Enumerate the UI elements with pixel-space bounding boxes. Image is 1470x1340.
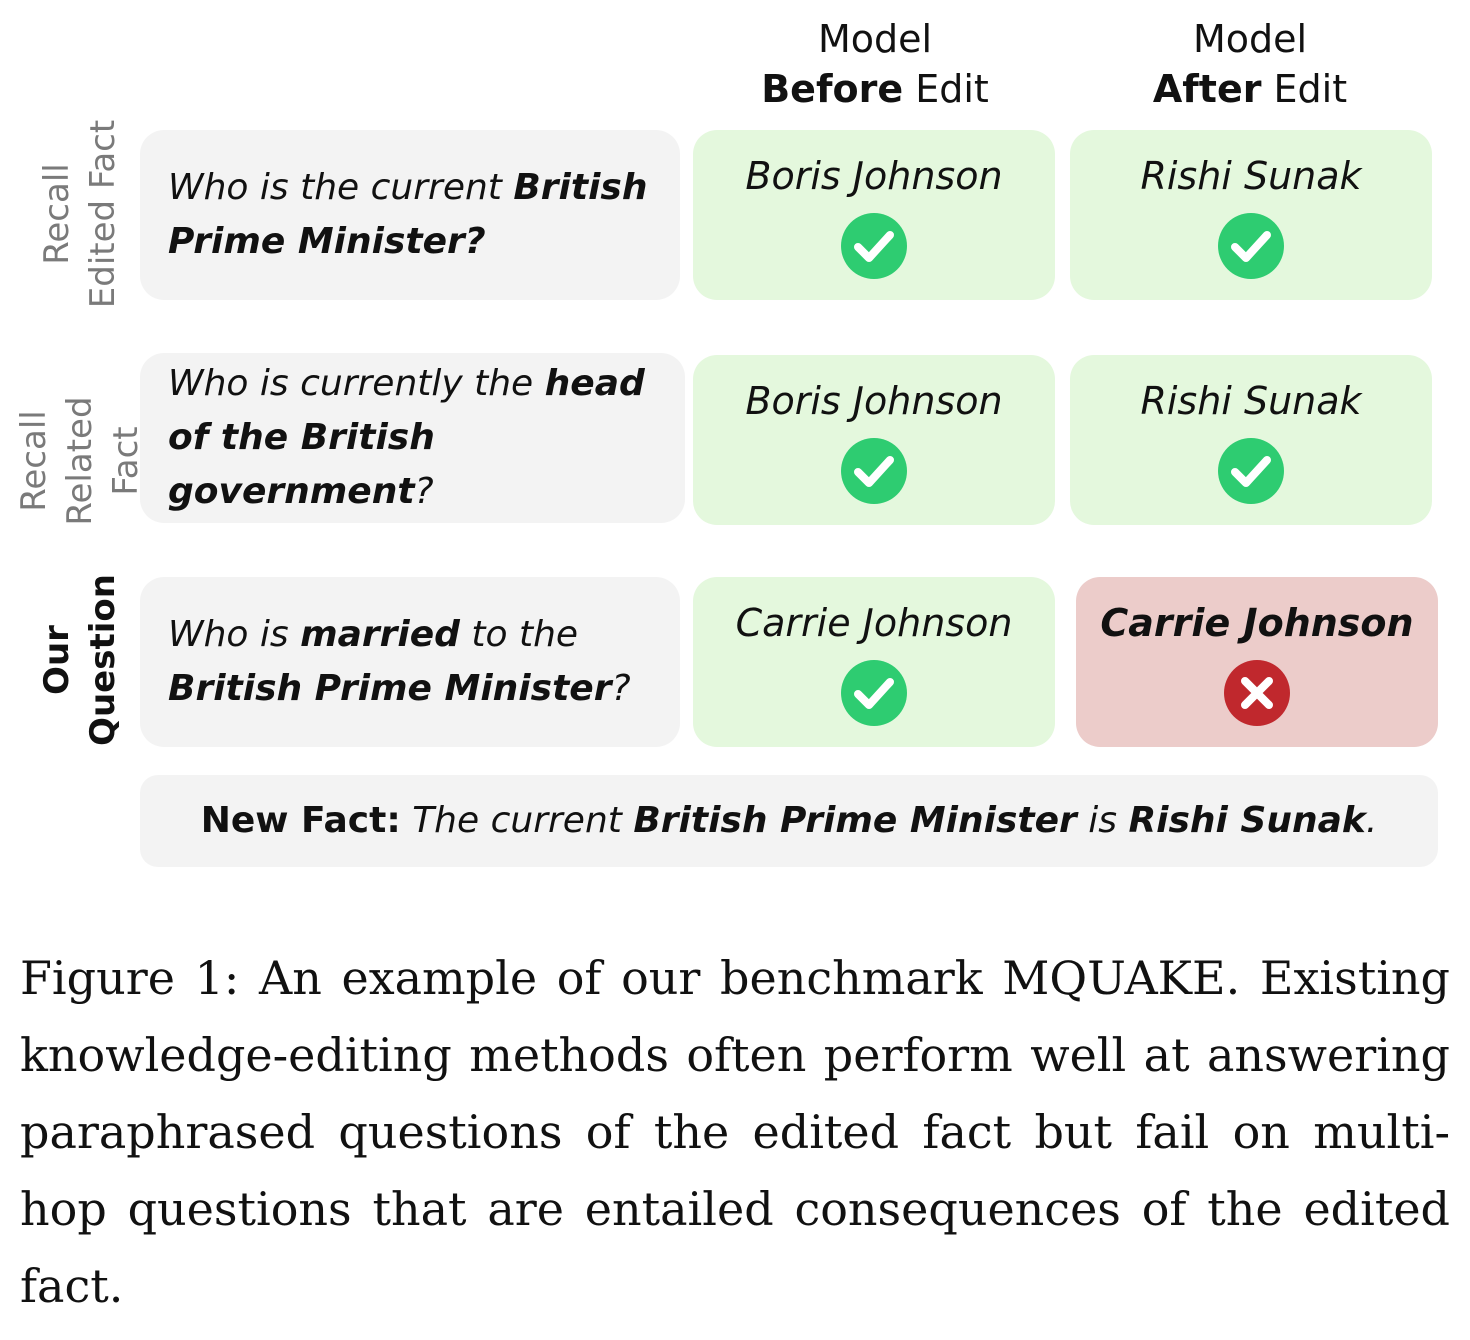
column-header-rest: Edit: [1261, 67, 1348, 111]
column-header-rest: Edit: [903, 67, 989, 111]
new-fact-object: Rishi Sunak: [1128, 800, 1366, 841]
question-part: Who is: [168, 614, 301, 655]
new-fact-part: The current: [400, 800, 634, 841]
column-header-before-edit: Model Before Edit: [695, 14, 1055, 114]
row-label-recall-related-fact: Recall Related Fact: [11, 361, 149, 561]
row-label-line2: Question: [83, 574, 123, 746]
question-part: ?: [414, 471, 434, 512]
new-fact-text: New Fact: The current British Prime Mini…: [140, 796, 1438, 846]
row-label-line2: Edited Fact: [83, 119, 123, 309]
question-box-our-question: Who is married to the British Prime Mini…: [140, 577, 680, 747]
question-part: Who is the current: [168, 167, 514, 208]
question-part-bold: British Prime Minister: [168, 668, 612, 709]
question-part-bold: married: [300, 614, 460, 655]
new-fact-end: .: [1365, 800, 1378, 841]
column-header-after-edit: Model After Edit: [1070, 14, 1430, 114]
answer-box-before-edit: Boris Johnson: [693, 130, 1055, 300]
question-part: to the: [459, 614, 579, 655]
answer-text: Rishi Sunak: [1140, 379, 1362, 423]
row-label-line1: Recall: [37, 163, 77, 265]
check-circle-icon: [841, 213, 907, 279]
row-label-our-question: Our Question: [34, 560, 126, 760]
new-fact-part: is: [1076, 800, 1129, 841]
question-text: Who is married to the British Prime Mini…: [168, 608, 660, 716]
column-header-bold: Before: [761, 67, 904, 111]
column-header-bold: After: [1152, 67, 1262, 111]
answer-box-after-edit: Rishi Sunak: [1070, 130, 1432, 300]
figure-caption: Figure 1: An example of our benchmark MQ…: [20, 951, 1450, 1313]
check-circle-icon: [841, 660, 907, 726]
check-circle-icon: [1218, 213, 1284, 279]
answer-box-before-edit: Boris Johnson: [693, 355, 1055, 525]
question-part: Who is currently the: [168, 363, 545, 404]
answer-box-after-edit: Rishi Sunak: [1070, 355, 1432, 525]
check-circle-icon: [841, 438, 907, 504]
x-circle-icon: [1224, 660, 1290, 726]
question-part: ?: [611, 668, 631, 709]
new-fact-box: New Fact: The current British Prime Mini…: [140, 775, 1438, 867]
column-header-line1: Model: [817, 17, 933, 61]
row-label-recall-edited-fact: Recall Edited Fact: [34, 114, 126, 314]
answer-box-before-edit: Carrie Johnson: [693, 577, 1055, 747]
new-fact-subject: British Prime Minister: [633, 800, 1077, 841]
question-text: Who is currently the head of the British…: [168, 357, 665, 519]
new-fact-label: New Fact:: [200, 800, 401, 841]
answer-text: Rishi Sunak: [1140, 154, 1362, 198]
question-text: Who is the current British Prime Ministe…: [168, 161, 660, 269]
row-label-line2: Related Fact: [60, 396, 146, 526]
answer-text: Boris Johnson: [745, 154, 1003, 198]
answer-box-after-edit-wrong: Carrie Johnson: [1076, 577, 1438, 747]
answer-text: Carrie Johnson: [1100, 601, 1414, 645]
answer-text: Carrie Johnson: [735, 601, 1013, 645]
row-label-line1: Our: [37, 625, 77, 695]
question-box-related-fact: Who is currently the head of the British…: [140, 353, 685, 523]
question-box-edited-fact: Who is the current British Prime Ministe…: [140, 130, 680, 300]
check-circle-icon: [1218, 438, 1284, 504]
row-label-line1: Recall: [14, 410, 54, 512]
answer-text: Boris Johnson: [745, 379, 1003, 423]
column-header-line1: Model: [1192, 17, 1308, 61]
